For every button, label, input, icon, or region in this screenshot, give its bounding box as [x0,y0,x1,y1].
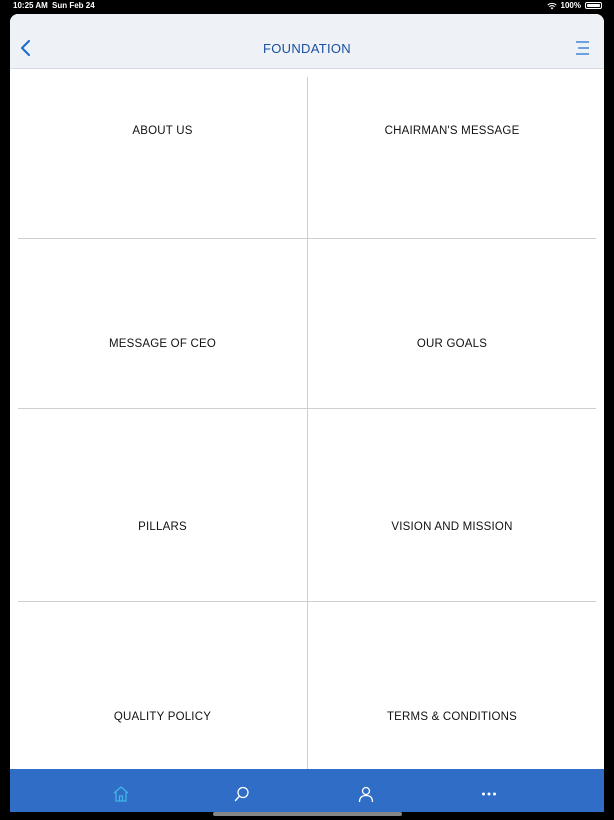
battery-percent: 100% [560,1,581,10]
foundation-grid: ABOUT US CHAIRMAN'S MESSAGE MESSAGE OF C… [18,77,596,769]
home-indicator[interactable] [213,812,402,816]
profile-icon[interactable] [357,785,375,803]
more-icon[interactable] [480,785,498,803]
page-title: FOUNDATION [263,41,351,56]
status-time: 10:25 AM [13,1,48,10]
grid-item-label: TERMS & CONDITIONS [386,711,518,723]
navigation-bar: FOUNDATION [10,14,604,69]
grid-item-label: OUR GOALS [416,337,488,350]
status-indicators: 100% [546,1,602,10]
grid-item-label: ABOUT US [132,125,193,137]
search-icon[interactable] [233,785,251,803]
status-bar: 10:25 AM Sun Feb 24 100% [0,0,614,13]
grid-item-chairmans-message[interactable]: CHAIRMAN'S MESSAGE [308,77,596,185]
menu-icon[interactable] [574,40,590,56]
grid-item-label: QUALITY POLICY [113,711,212,723]
app-screen: FOUNDATION ABOUT US CHAIRMAN'S MESSAGE M… [10,14,604,812]
grid-item-label: CHAIRMAN'S MESSAGE [384,125,520,137]
tab-bar [10,769,604,812]
grid-item-label: VISION AND MISSION [391,521,513,533]
status-date: Sun Feb 24 [52,1,95,10]
grid-item-about-us[interactable]: ABOUT US [18,77,307,185]
battery-icon [585,2,602,9]
grid-item-label: PILLARS [138,521,187,533]
grid-item-label: MESSAGE OF CEO [109,337,216,350]
home-icon[interactable] [112,785,130,803]
wifi-icon [546,2,557,9]
